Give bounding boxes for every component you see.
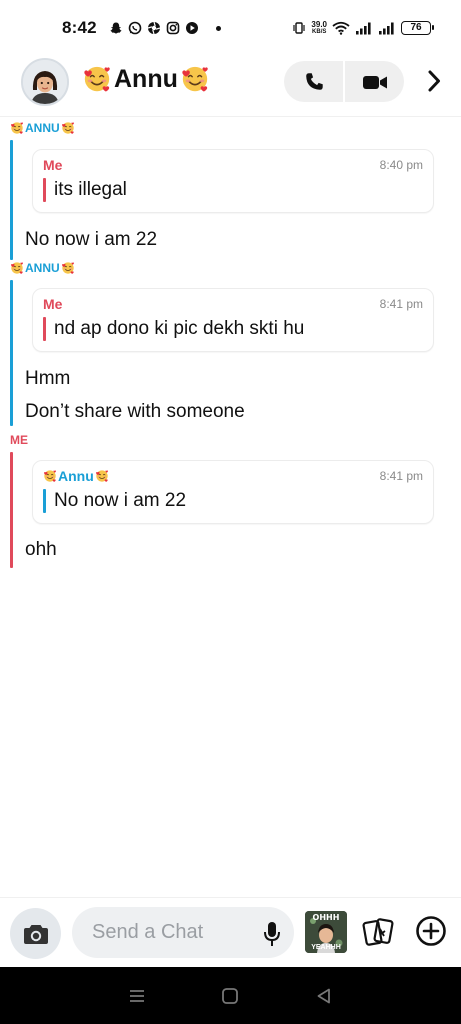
back-button[interactable] xyxy=(312,984,336,1008)
menu-icon xyxy=(129,989,144,1002)
whatsapp-icon xyxy=(128,21,142,35)
quoted-sender-name: Annu xyxy=(58,468,94,484)
quoted-message[interactable]: Me 8:40 pm its illegal xyxy=(32,149,434,213)
home-button[interactable] xyxy=(218,984,242,1008)
voice-call-button[interactable] xyxy=(284,61,343,102)
status-bar: 8:42 39.0 KB/S 76 xyxy=(0,0,461,56)
network-speed-unit: KB/S xyxy=(312,28,327,35)
quoted-time: 8:41 pm xyxy=(379,297,423,311)
notification-icons xyxy=(109,21,221,35)
vibrate-icon xyxy=(293,22,306,34)
chevron-right-icon xyxy=(428,70,440,92)
smiling-face-with-hearts-emoji xyxy=(82,64,112,94)
message-text[interactable]: ohh xyxy=(25,539,57,561)
network-speed: 39.0 KB/S xyxy=(311,19,327,36)
status-time: 8:42 xyxy=(62,18,97,37)
quoted-time: 8:40 pm xyxy=(379,158,423,172)
snapchat-icon xyxy=(110,22,122,34)
video-camera-icon xyxy=(362,75,387,89)
wifi-icon xyxy=(332,21,350,35)
sticker-caption-bottom: YEAHHH xyxy=(311,944,341,951)
cards-icon xyxy=(362,918,394,946)
smiling-face-with-hearts-emoji xyxy=(61,261,75,275)
microphone-icon xyxy=(264,922,280,946)
smiling-face-with-hearts-emoji xyxy=(180,64,210,94)
quoted-text: nd ap dono ki pic dekh skti hu xyxy=(54,318,305,339)
message-text[interactable]: Don’t share with someone xyxy=(25,401,245,423)
smiling-face-with-hearts-emoji xyxy=(43,469,57,483)
avatar[interactable] xyxy=(21,58,69,106)
chat-input-bar: OHHH YEAHHH xyxy=(0,897,461,967)
camera-button[interactable] xyxy=(10,908,61,959)
chat-header: Annu xyxy=(0,56,461,110)
quoted-message[interactable]: Annu 8:41 pm No now i am 22 xyxy=(32,460,434,524)
quote-bar xyxy=(43,489,46,513)
message-text[interactable]: No now i am 22 xyxy=(25,229,157,251)
recent-sticker-button[interactable]: OHHH YEAHHH xyxy=(305,911,347,953)
quoted-message[interactable]: Me 8:41 pm nd ap dono ki pic dekh skti h… xyxy=(32,288,434,352)
quoted-sender: Me xyxy=(43,296,63,312)
camera-icon xyxy=(23,924,48,944)
message-group-bar xyxy=(10,280,13,426)
recent-apps-button[interactable] xyxy=(125,984,149,1008)
smiling-face-with-hearts-emoji xyxy=(61,121,75,135)
add-attachment-button[interactable] xyxy=(415,915,447,947)
quoted-time: 8:41 pm xyxy=(379,469,423,483)
contact-name[interactable]: Annu xyxy=(82,64,210,94)
chat-input[interactable] xyxy=(72,907,294,958)
sender-name: ANNU xyxy=(25,261,60,275)
chat-details-button[interactable] xyxy=(420,66,448,96)
sender-name: ANNU xyxy=(25,121,60,135)
youtube-icon xyxy=(185,22,198,34)
quote-bar xyxy=(43,317,46,341)
system-indicators: 39.0 KB/S 76 xyxy=(292,19,434,36)
plus-circle-icon xyxy=(416,916,446,946)
message-group-bar xyxy=(10,452,13,568)
quote-bar xyxy=(43,178,46,202)
call-controls xyxy=(284,61,404,102)
phone-icon xyxy=(305,72,323,90)
back-triangle-icon xyxy=(317,988,331,1003)
message-group-bar xyxy=(10,140,13,260)
smiling-face-with-hearts-emoji xyxy=(95,469,109,483)
signal-icon-sim1 xyxy=(356,22,371,35)
signal-icon-sim2 xyxy=(379,22,394,35)
quoted-sender: Annu xyxy=(43,468,109,484)
message-text[interactable]: Hmm xyxy=(25,368,70,390)
message-sender-label: ANNU xyxy=(10,121,75,135)
quoted-text: its illegal xyxy=(54,179,127,200)
network-speed-value: 39.0 xyxy=(311,19,327,29)
instagram-icon xyxy=(166,21,180,35)
bitmoji-avatar-icon xyxy=(23,60,67,104)
smiling-face-with-hearts-emoji xyxy=(10,121,24,135)
quoted-text: No now i am 22 xyxy=(54,490,187,511)
voice-note-button[interactable] xyxy=(262,921,282,947)
quoted-sender: Me xyxy=(43,157,63,173)
message-sender-label: ME xyxy=(10,433,28,447)
header-divider xyxy=(0,116,461,117)
system-nav-bar xyxy=(0,967,461,1024)
home-square-icon xyxy=(222,987,239,1004)
smiling-face-with-hearts-emoji xyxy=(10,261,24,275)
contact-name-text: Annu xyxy=(114,64,178,93)
battery-indicator: 76 xyxy=(401,21,434,35)
video-call-button[interactable] xyxy=(345,61,404,102)
more-notifications-dot xyxy=(215,25,221,31)
sticker-caption-top: OHHH xyxy=(312,913,340,922)
message-sender-label: ANNU xyxy=(10,261,75,275)
memories-cards-button[interactable] xyxy=(362,916,396,948)
shutter-app-icon xyxy=(147,21,161,35)
